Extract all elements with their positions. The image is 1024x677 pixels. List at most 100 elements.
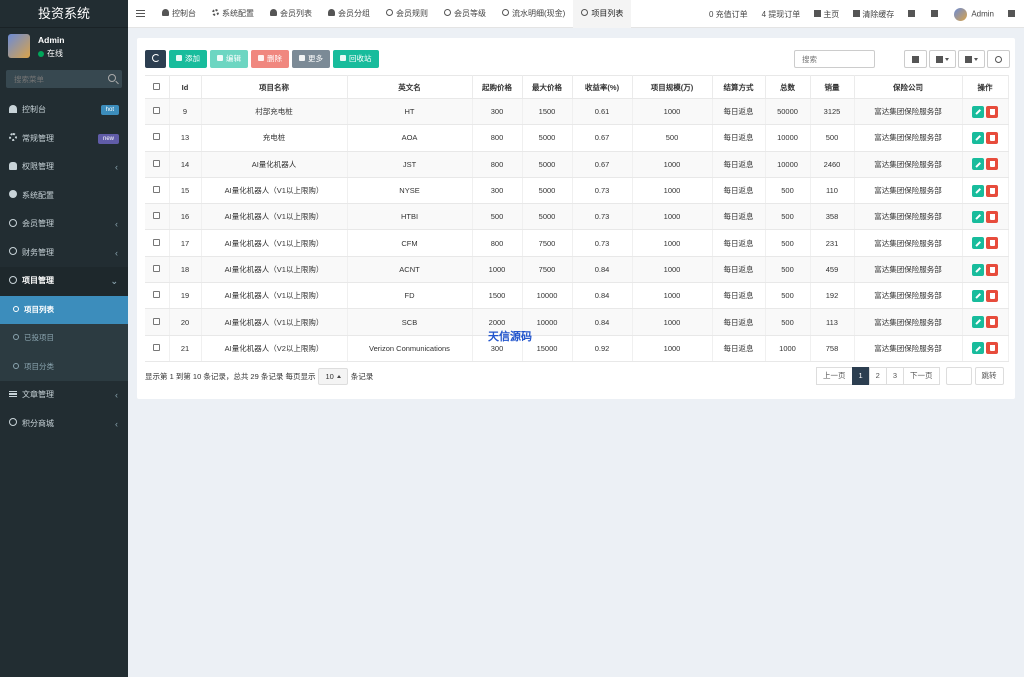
delete-row-icon[interactable] (986, 158, 998, 171)
edit-row-icon[interactable] (972, 342, 984, 355)
row-checkbox[interactable] (153, 238, 161, 246)
add-button[interactable]: 添加 (169, 50, 207, 68)
sidebar-item-articles[interactable]: 文章管理 ‹ (0, 381, 128, 410)
recycle-bin-button[interactable]: 回收站 (333, 50, 379, 68)
language-toggle[interactable] (901, 9, 924, 19)
tab-member-list[interactable]: 会员列表 (262, 0, 320, 28)
jump-button[interactable]: 跳转 (974, 367, 1004, 385)
row-checkbox[interactable] (153, 212, 161, 220)
admin-menu[interactable]: Admin (947, 7, 1001, 21)
sidebar-item-dashboard[interactable]: 控制台 hot (0, 96, 128, 125)
advanced-search-button[interactable] (987, 50, 1010, 68)
table-row[interactable]: 19 AI量化机器人（V1以上限购） FD 1500 10000 0.84 1000 每日返息… (145, 282, 1009, 310)
column-header[interactable]: 项目规模(万) (632, 75, 713, 99)
page-size-select[interactable]: 10 (318, 368, 348, 385)
delete-row-icon[interactable] (986, 184, 998, 197)
column-header[interactable]: 保险公司 (854, 75, 963, 99)
sidebar-item-project-list[interactable]: 项目列表 (0, 295, 128, 324)
row-checkbox[interactable] (153, 186, 161, 194)
delete-row-icon[interactable] (986, 210, 998, 223)
sidebar-search-input[interactable] (6, 70, 122, 88)
table-row[interactable]: 17 AI量化机器人（V1以上限购） CFM 800 7500 0.73 1000 每日返息 5… (145, 229, 1009, 257)
column-header[interactable]: 销量 (810, 75, 855, 99)
row-checkbox[interactable] (153, 343, 161, 351)
more-button[interactable]: 更多 (292, 50, 330, 68)
delete-button[interactable]: 删除 (251, 50, 289, 68)
columns-button[interactable] (929, 50, 956, 68)
row-checkbox[interactable] (153, 317, 161, 325)
table-row[interactable]: 18 AI量化机器人（V1以上限购） ACNT 1000 7500 0.84 1000 每日返… (145, 256, 1009, 284)
search-icon[interactable] (108, 74, 116, 82)
hamburger-icon[interactable] (136, 10, 145, 17)
tab-dashboard[interactable]: 控制台 (154, 0, 204, 28)
edit-row-icon[interactable] (972, 210, 984, 223)
column-header[interactable]: Id (169, 75, 202, 99)
edit-row-icon[interactable] (972, 289, 984, 302)
table-row[interactable]: 20 AI量化机器人（V1以上限购） SCB 2000 10000 0.84 1000 每日返… (145, 308, 1009, 336)
delete-row-icon[interactable] (986, 289, 998, 302)
select-all-checkbox[interactable] (153, 82, 161, 90)
tab-project-list[interactable]: 项目列表 (573, 0, 632, 28)
sidebar-item-project-categories[interactable]: 项目分类 (0, 352, 128, 381)
delete-row-icon[interactable] (986, 237, 998, 250)
home-link[interactable]: 主页 (807, 9, 846, 20)
tab-member-groups[interactable]: 会员分组 (320, 0, 378, 28)
settings-toggle[interactable] (1001, 9, 1024, 19)
tab-cash-flow[interactable]: 流水明细(现金) (494, 0, 573, 28)
sidebar-item-invested-projects[interactable]: 已投项目 (0, 324, 128, 353)
table-row[interactable]: 16 AI量化机器人（V1以上限购） HTBI 500 5000 0.73 1000 每日返息… (145, 203, 1009, 231)
jump-page-input[interactable] (945, 367, 972, 385)
table-row[interactable]: 15 AI量化机器人（V1以上限购） NYSE 300 5000 0.73 1000 每日返息… (145, 177, 1009, 205)
column-header[interactable]: 英文名 (347, 75, 473, 99)
row-checkbox[interactable] (153, 264, 161, 272)
tab-member-rules[interactable]: 会员规则 (378, 0, 436, 28)
next-page-button[interactable]: 下一页 (903, 367, 940, 385)
table-search-input[interactable] (794, 50, 875, 68)
edit-row-icon[interactable] (972, 132, 984, 145)
prev-page-button[interactable]: 上一页 (816, 367, 853, 385)
page-button[interactable]: 1 (851, 367, 870, 385)
row-checkbox[interactable] (153, 291, 161, 299)
column-header[interactable]: 起购价格 (472, 75, 523, 99)
column-header[interactable]: 项目名称 (201, 75, 348, 99)
delete-row-icon[interactable] (986, 105, 998, 118)
toggle-view-button[interactable] (904, 50, 927, 68)
delete-row-icon[interactable] (986, 263, 998, 276)
sidebar-item-points-mall[interactable]: 积分商城 ‹ (0, 410, 128, 439)
withdraw-orders-link[interactable]: 4 提现订单 (755, 9, 808, 20)
edit-row-icon[interactable] (972, 184, 984, 197)
sidebar-item-general[interactable]: 常规管理 new (0, 125, 128, 154)
table-row[interactable]: 9 村部充电桩 HT 300 1500 0.61 1000 每日返息 50000 3125 富达集团… (145, 98, 1009, 126)
sidebar-item-permissions[interactable]: 权限管理 ‹ (0, 153, 128, 182)
delete-row-icon[interactable] (986, 132, 998, 145)
sidebar-item-projects[interactable]: 项目管理 ⌄ (0, 267, 128, 296)
column-header[interactable]: 结算方式 (712, 75, 766, 99)
delete-row-icon[interactable] (986, 342, 998, 355)
edit-row-icon[interactable] (972, 263, 984, 276)
clear-cache-link[interactable]: 清除缓存 (846, 9, 901, 20)
export-button[interactable] (958, 50, 985, 68)
column-header[interactable]: 最大价格 (522, 75, 573, 99)
edit-row-icon[interactable] (972, 158, 984, 171)
row-checkbox[interactable] (153, 159, 161, 167)
delete-row-icon[interactable] (986, 316, 998, 329)
refresh-button[interactable] (145, 50, 166, 68)
row-checkbox[interactable] (153, 133, 161, 141)
sidebar-item-members[interactable]: 会员管理 ‹ (0, 210, 128, 239)
fullscreen-toggle[interactable] (924, 9, 947, 19)
sidebar-item-finance[interactable]: 财务管理 ‹ (0, 239, 128, 268)
table-row[interactable]: 13 充电桩 AOA 800 5000 0.67 500 每日返息 10000 500 富达集团保险… (145, 124, 1009, 152)
sidebar-item-system-config[interactable]: 系统配置 (0, 182, 128, 211)
edit-button[interactable]: 编辑 (210, 50, 248, 68)
edit-row-icon[interactable] (972, 237, 984, 250)
tab-system-config[interactable]: 系统配置 (204, 0, 262, 28)
edit-row-icon[interactable] (972, 316, 984, 329)
table-row[interactable]: 14 AI量化机器人 JST 800 5000 0.67 1000 每日返息 10000 2460… (145, 151, 1009, 178)
table-row[interactable]: 21 AI量化机器人（V2以上限购） Verizon Conmunications 3… (145, 335, 1009, 362)
row-checkbox[interactable] (153, 107, 161, 115)
recharge-orders-link[interactable]: 0 充值订单 (702, 9, 755, 20)
edit-row-icon[interactable] (972, 105, 984, 118)
column-header[interactable]: 收益率(%) (572, 75, 633, 99)
page-button[interactable]: 2 (868, 367, 887, 385)
page-button[interactable]: 3 (885, 367, 905, 385)
